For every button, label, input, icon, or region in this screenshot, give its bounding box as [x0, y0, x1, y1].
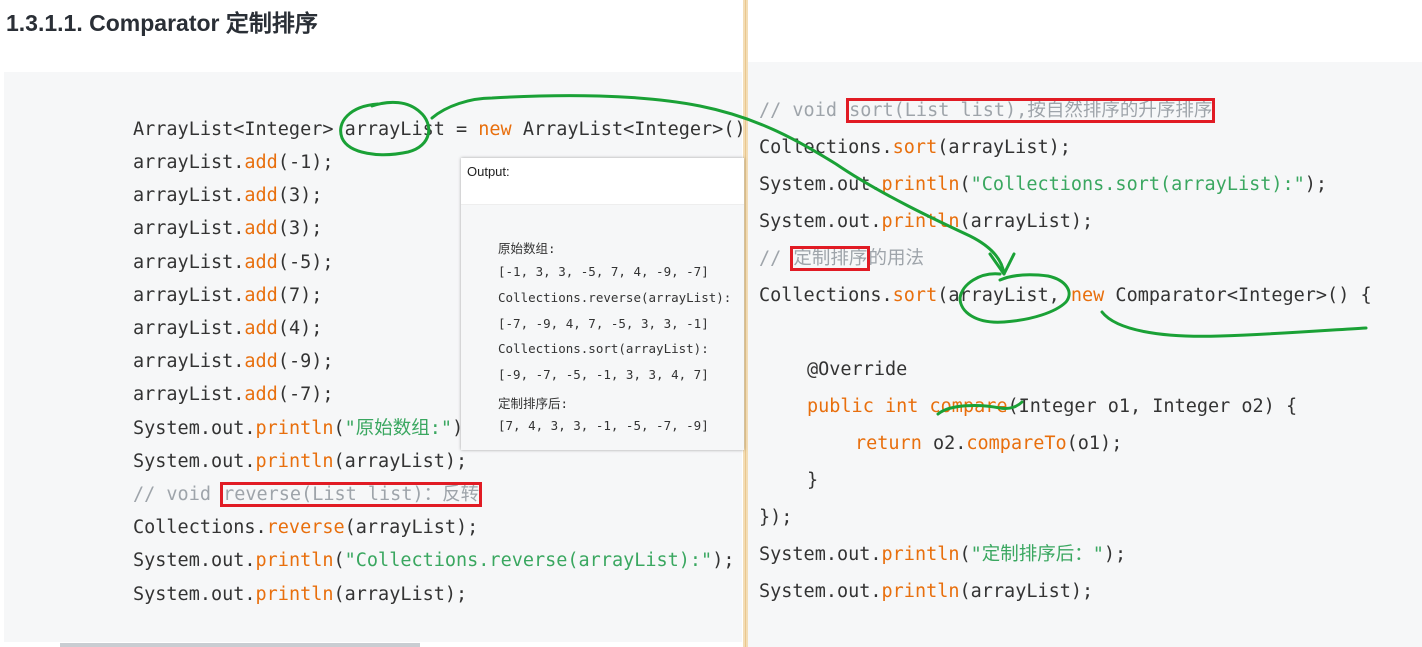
code-line: Collections.reverse(arrayList);	[133, 517, 479, 538]
cropped-text-strip	[60, 643, 420, 647]
code-line: arrayList.add(-5);	[133, 252, 334, 273]
code-line: @Override	[807, 359, 908, 380]
code-line: arrayList.add(-9);	[133, 351, 334, 372]
code-line: // void sort(List list),按自然排序的升序排序	[759, 98, 1216, 123]
code-line: System.out.println("Collections.sort(arr…	[759, 174, 1328, 195]
code-line: arrayList.add(-1);	[133, 152, 334, 173]
highlight-box: sort(List list),按自然排序的升序排序	[846, 98, 1216, 123]
code-line: System.out.println("定制排序后：");	[759, 544, 1127, 565]
output-line: 原始数组:	[498, 241, 556, 256]
code-line: });	[759, 507, 793, 528]
code-line: Collections.sort(arrayList);	[759, 137, 1071, 158]
code-line: public int compare(Integer o1, Integer o…	[807, 396, 1298, 417]
section-number: 1.3.1.1.	[6, 10, 83, 36]
highlight-box: 定制排序	[790, 246, 871, 271]
code-line: arrayList.add(3);	[133, 185, 323, 206]
output-line: [-7, -9, 4, 7, -5, 3, 3, -1]	[498, 316, 709, 331]
code-line: System.out.println(arrayList);	[759, 211, 1094, 232]
section-heading: 1.3.1.1. Comparator 定制排序	[6, 4, 318, 38]
output-line: [-1, 3, 3, -5, 7, 4, -9, -7]	[498, 264, 709, 279]
code-line: System.out.println(arrayList);	[133, 451, 468, 472]
output-line: Collections.sort(arrayList):	[498, 341, 709, 356]
code-line: System.out.println("Collections.reverse(…	[133, 550, 735, 571]
code-line: Collections.sort(arrayList, new Comparat…	[759, 285, 1372, 306]
highlight-box: reverse(List list)：反转	[220, 482, 483, 507]
output-line: [7, 4, 3, 3, -1, -5, -7, -9]	[498, 418, 709, 433]
code-line: return o2.compareTo(o1);	[855, 433, 1123, 454]
code-line: System.out.println(arrayList);	[133, 584, 468, 605]
panel-divider-line	[745, 0, 746, 647]
output-line: Collections.reverse(arrayList):	[498, 290, 732, 305]
code-line: System.out.println("原始数组:");	[133, 418, 474, 439]
code-line: // void reverse(List list)：反转	[133, 482, 483, 507]
code-line: // 定制排序的用法	[759, 246, 924, 271]
code-line: }	[807, 470, 819, 491]
output-title: Output:	[467, 164, 510, 179]
output-line: 定制排序后:	[498, 396, 569, 411]
output-panel: Output: 原始数组: [-1, 3, 3, -5, 7, 4, -9, -…	[461, 158, 744, 450]
code-line: arrayList.add(3);	[133, 218, 323, 239]
section-title: Comparator 定制排序	[89, 10, 318, 36]
code-line: ArrayList<Integer> arrayList = new Array…	[133, 119, 757, 140]
output-line: [-9, -7, -5, -1, 3, 3, 4, 7]	[498, 367, 709, 382]
code-line: arrayList.add(4);	[133, 318, 323, 339]
code-line: System.out.println(arrayList);	[759, 581, 1094, 602]
code-line: arrayList.add(7);	[133, 285, 323, 306]
code-line: arrayList.add(-7);	[133, 384, 334, 405]
